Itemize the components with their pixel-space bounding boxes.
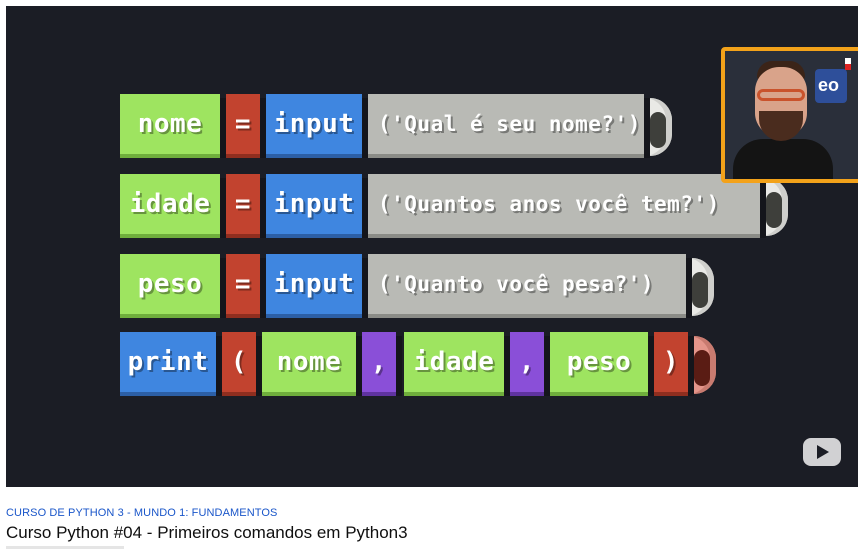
token-block: nome	[262, 332, 362, 396]
token-block: idade	[404, 332, 510, 396]
video-title: Curso Python #04 - Primeiros comandos em…	[6, 523, 408, 542]
token-block: peso	[120, 254, 226, 318]
presenter-body	[733, 139, 833, 179]
token-block: print	[120, 332, 222, 396]
token-block: input	[266, 94, 368, 158]
token-block: ('Qual é seu nome?')	[368, 94, 650, 158]
video-player[interactable]: nome = input ('Qual é seu nome?') idade …	[6, 6, 858, 487]
token-block: =	[226, 254, 266, 318]
token-block: peso	[550, 332, 654, 396]
block-end-cap	[650, 98, 672, 156]
block-end-cap	[692, 258, 714, 316]
token-block: =	[226, 94, 266, 158]
youtube-play-icon[interactable]	[803, 438, 841, 466]
token-block: =	[226, 174, 266, 238]
token-block: (	[222, 332, 262, 396]
token-block: ,	[362, 332, 402, 396]
token-block: )	[654, 332, 694, 396]
token-block: input	[266, 254, 368, 318]
webcam-overlay: eo	[721, 47, 858, 183]
background-logo-text: eo	[818, 75, 840, 95]
token-block: input	[266, 174, 368, 238]
presenter-beard	[759, 111, 803, 141]
token-block: ('Quantos anos você tem?')	[368, 174, 766, 238]
token-block: ('Quanto você pesa?')	[368, 254, 692, 318]
flag-icon	[845, 58, 851, 70]
token-block: idade	[120, 174, 226, 238]
block-end-cap	[766, 178, 788, 236]
presenter-glasses	[757, 89, 805, 101]
block-end-cap	[694, 336, 716, 394]
token-block: ,	[510, 332, 550, 396]
course-playlist-link[interactable]: CURSO DE PYTHON 3 - MUNDO 1: FUNDAMENTOS	[6, 507, 278, 519]
token-block: nome	[120, 94, 226, 158]
